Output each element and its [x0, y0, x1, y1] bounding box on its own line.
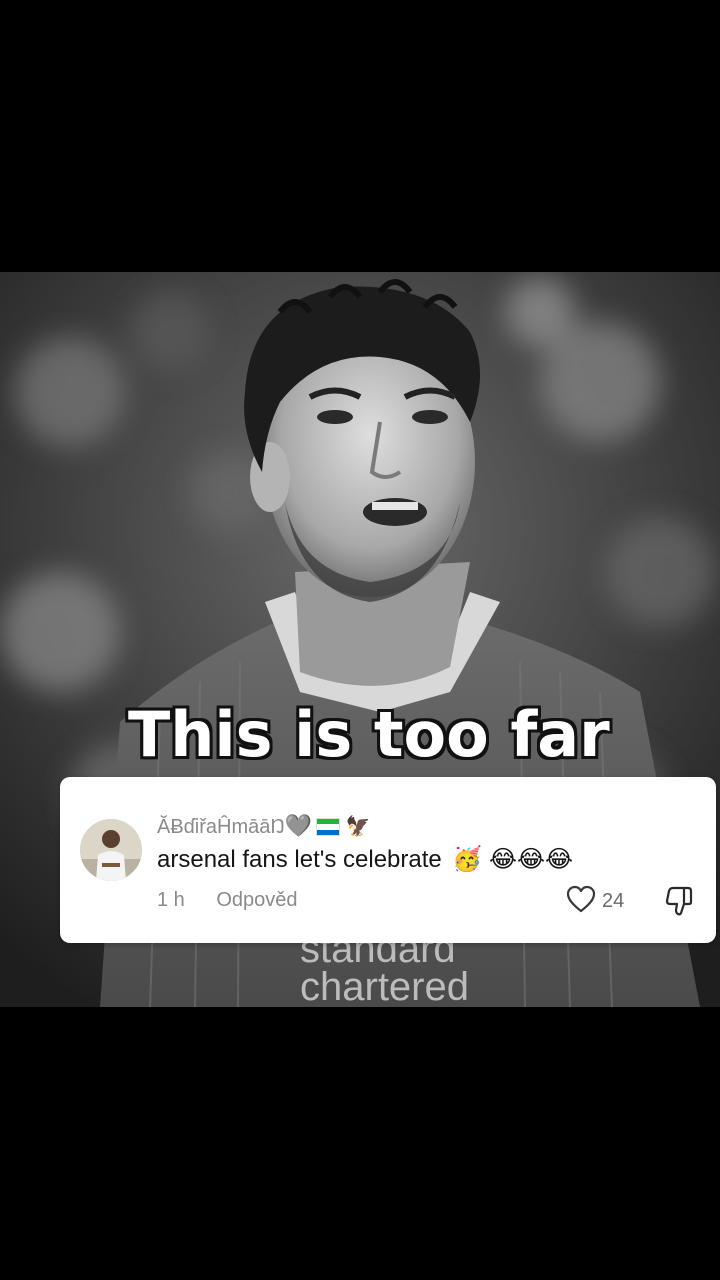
reply-button[interactable]: Odpověd [216, 889, 297, 911]
username-text: ĂɃɗiřaĤmāāŊ [157, 816, 285, 838]
sierra-leone-flag-icon [316, 818, 341, 842]
video-screen: standard chartered This is too far ĂɃɗiř… [0, 0, 720, 1280]
comment-text: arsenal fans let's celebrate [157, 846, 442, 873]
like-button[interactable]: 24 [566, 885, 624, 918]
comment-emojis: 🥳 😂😂😂 [452, 846, 574, 873]
dislike-button[interactable] [664, 885, 694, 922]
comment-time: 1 h [157, 889, 185, 911]
eagle-emoji: 🦅 [345, 816, 371, 838]
heart-outline-icon [566, 885, 596, 918]
thumbs-down-icon [664, 886, 694, 921]
grey-heart-emoji: 🩶 [284, 813, 313, 838]
avatar[interactable] [80, 819, 142, 881]
comment-meta: 1 h Odpověd [157, 889, 298, 912]
like-count: 24 [602, 890, 625, 912]
comment-body: arsenal fans let's celebrate 🥳 😂😂😂 [157, 845, 573, 874]
sponsor-text-2: chartered [300, 965, 469, 1007]
avatar-image [80, 819, 142, 881]
comment-username[interactable]: ĂɃɗiřaĤmāāŊ🩶 🦅 [157, 813, 371, 842]
comment-card[interactable]: ĂɃɗiřaĤmāāŊ🩶 🦅 arsenal fans let's celebr… [60, 777, 716, 943]
